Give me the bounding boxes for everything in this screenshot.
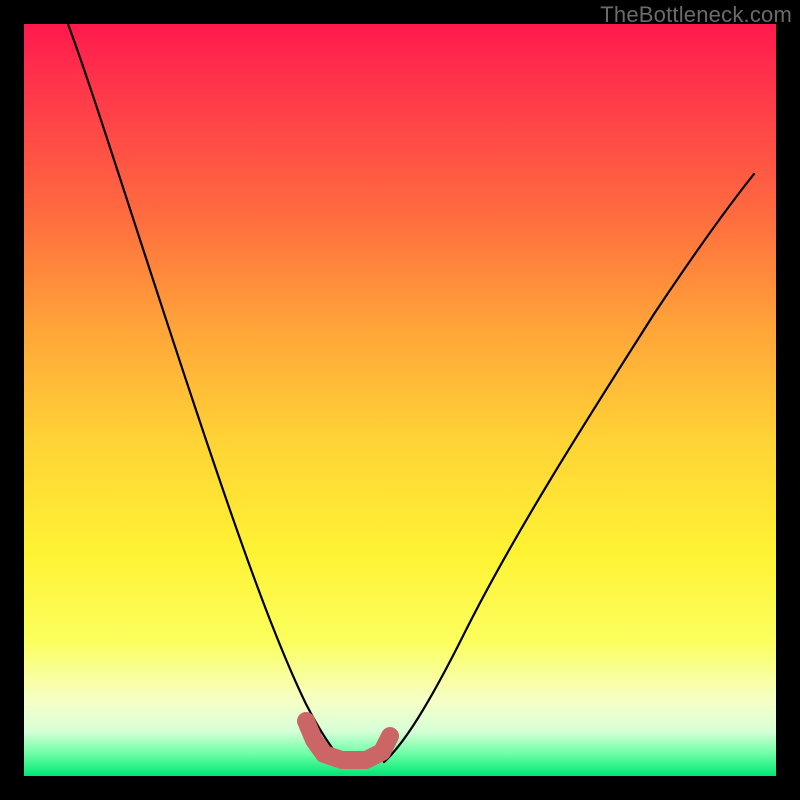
watermark-text: TheBottleneck.com	[600, 2, 792, 28]
chart-frame	[24, 24, 776, 776]
curve-right	[384, 174, 754, 762]
chart-svg	[24, 24, 776, 776]
curve-left	[68, 24, 344, 762]
